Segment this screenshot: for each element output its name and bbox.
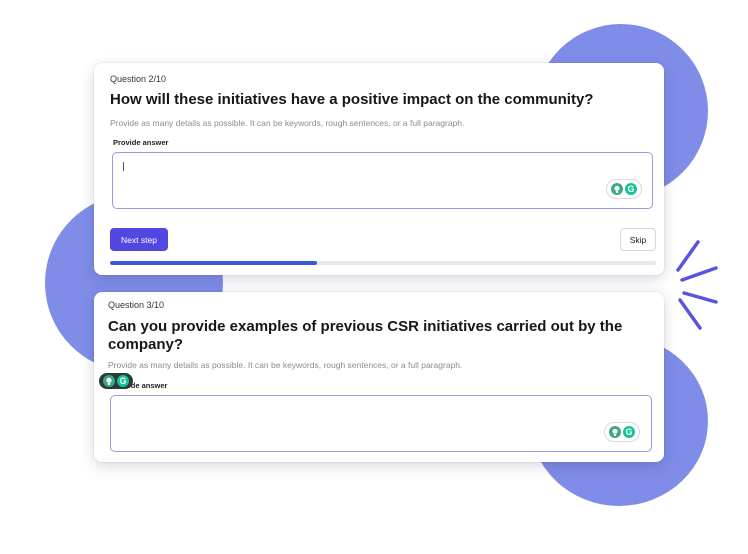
progress-bar-fill: [110, 261, 318, 265]
answer-input[interactable]: [110, 395, 652, 452]
skip-button[interactable]: Skip: [620, 228, 656, 251]
question-counter: Question 3/10: [108, 300, 165, 310]
grammarly-icon[interactable]: G: [117, 375, 129, 387]
lightbulb-icon[interactable]: [611, 183, 623, 195]
question-hint: Provide as many details as possible. It …: [108, 360, 463, 370]
progress-bar: [110, 261, 656, 265]
question-card: Question 3/10 Can you provide examples o…: [94, 292, 664, 462]
sparkle-burst-icon: [676, 240, 718, 330]
question-title: How will these initiatives have a positi…: [110, 91, 594, 108]
question-hint: Provide as many details as possible. It …: [110, 118, 465, 128]
writing-assistant-tools: G: [606, 179, 642, 199]
writing-assistant-tools: G: [604, 422, 640, 442]
next-step-button[interactable]: Next step: [110, 228, 168, 251]
lightbulb-icon[interactable]: [609, 426, 621, 438]
answer-input[interactable]: [112, 152, 653, 209]
text-caret: [123, 162, 124, 171]
grammarly-icon[interactable]: G: [625, 183, 637, 195]
question-title: Can you provide examples of previous CSR…: [108, 318, 623, 353]
answer-field-label: Provide answer: [113, 138, 169, 147]
question-counter: Question 2/10: [110, 74, 167, 84]
lightbulb-icon[interactable]: [103, 375, 115, 387]
floating-writing-assistant-tools: G: [99, 373, 133, 389]
question-card: Question 2/10 How will these initiatives…: [94, 63, 664, 275]
grammarly-icon[interactable]: G: [623, 426, 635, 438]
